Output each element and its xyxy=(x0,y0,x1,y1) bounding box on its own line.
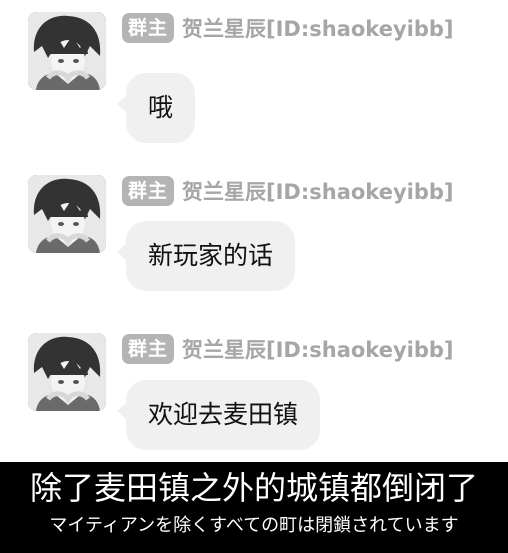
sender-row: 群主 贺兰星辰[ID:shaokeyibb] xyxy=(122,175,454,207)
sender-name[interactable]: 贺兰星辰[ID:shaokeyibb] xyxy=(182,176,453,206)
avatar-image xyxy=(28,333,106,411)
message-bubble[interactable]: 欢迎去麦田镇 xyxy=(116,380,321,450)
subtitle-chinese: 除了麦田镇之外的城镇都倒闭了 xyxy=(29,469,478,507)
message-bubble[interactable]: 哦 xyxy=(116,73,196,143)
group-owner-badge: 群主 xyxy=(122,176,175,206)
avatar-image xyxy=(28,12,106,90)
group-owner-badge: 群主 xyxy=(122,13,175,43)
sender-name[interactable]: 贺兰星辰[ID:shaokeyibb] xyxy=(182,13,453,43)
group-owner-badge: 群主 xyxy=(122,334,175,364)
subtitle-bar: 除了麦田镇之外的城镇都倒闭了 マイティアンを除くすべての町は閉鎖されています xyxy=(0,462,508,553)
sender-row: 群主 贺兰星辰[ID:shaokeyibb] xyxy=(122,12,454,44)
avatar[interactable] xyxy=(28,333,106,411)
subtitle-japanese: マイティアンを除くすべての町は閉鎖されています xyxy=(49,515,459,536)
sender-row: 群主 贺兰星辰[ID:shaokeyibb] xyxy=(122,333,454,365)
message-bubble[interactable]: 新玩家的话 xyxy=(116,221,296,291)
avatar[interactable] xyxy=(28,175,106,253)
avatar-image xyxy=(28,175,106,253)
sender-name[interactable]: 贺兰星辰[ID:shaokeyibb] xyxy=(182,334,453,364)
avatar[interactable] xyxy=(28,12,106,90)
